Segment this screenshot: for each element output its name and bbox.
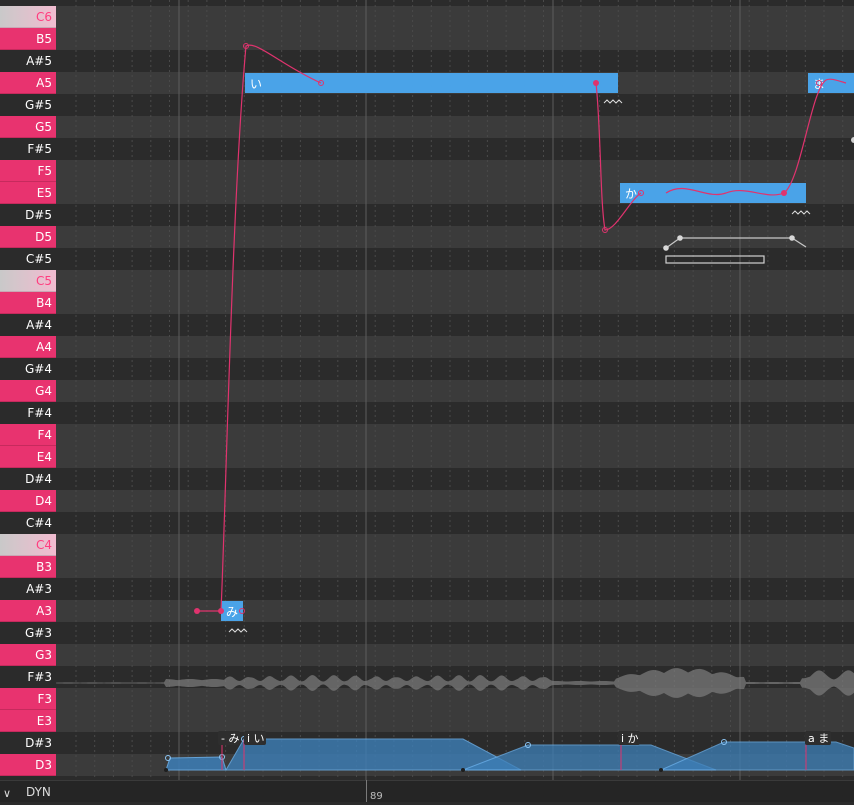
piano-key-g-sharp4[interactable]: G#4	[0, 358, 56, 380]
piano-key-d-sharp5[interactable]: D#5	[0, 204, 56, 226]
piano-key-b5[interactable]: B5	[0, 28, 56, 50]
phoneme-tag-label: a ま	[808, 732, 829, 745]
piano-key-f5[interactable]: F5	[0, 160, 56, 182]
piano-key-g5[interactable]: G5	[0, 116, 56, 138]
grid-row	[56, 204, 854, 226]
piano-key-e5[interactable]: E5	[0, 182, 56, 204]
grid-row	[56, 116, 854, 138]
piano-key-g-sharp5[interactable]: G#5	[0, 94, 56, 116]
grid-row	[56, 468, 854, 490]
grid-row	[56, 270, 854, 292]
piano-key-c6[interactable]: C6	[0, 6, 56, 28]
piano-key-c4[interactable]: C4	[0, 534, 56, 556]
piano-key-a-sharp4[interactable]: A#4	[0, 314, 56, 336]
grid-row	[56, 512, 854, 534]
piano-key-c5[interactable]: C5	[0, 270, 56, 292]
note-lyric: い	[250, 77, 262, 91]
piano-key-f4[interactable]: F4	[0, 424, 56, 446]
grid-row	[56, 160, 854, 182]
dyn-expression-toggle[interactable]: ∨ DYN	[0, 781, 56, 803]
note-lyric: み	[226, 605, 238, 619]
grid-row	[56, 358, 854, 380]
grid-row	[56, 336, 854, 358]
grid-row	[56, 94, 854, 116]
grid-row	[56, 600, 854, 622]
phoneme-tag-label: i か	[621, 732, 639, 745]
piano-key-partial	[0, 0, 56, 6]
note-block[interactable]	[620, 183, 806, 203]
measure-number: 89	[370, 791, 383, 802]
piano-key-f3[interactable]: F3	[0, 688, 56, 710]
grid-row-partial	[56, 0, 854, 6]
grid-row	[56, 688, 854, 710]
measure-tick	[366, 780, 367, 802]
grid-row	[56, 248, 854, 270]
piano-key-c-sharp5[interactable]: C#5	[0, 248, 56, 270]
piano-key-a3[interactable]: A3	[0, 600, 56, 622]
grid-row	[56, 424, 854, 446]
grid-row	[56, 622, 854, 644]
grid-row	[56, 292, 854, 314]
vibrato-handle-point[interactable]	[663, 245, 669, 251]
pitch-control-point[interactable]	[593, 80, 599, 86]
phoneme-tag-label: - み	[221, 732, 239, 745]
grid-row	[56, 710, 854, 732]
grid-row	[56, 380, 854, 402]
grid-row	[56, 314, 854, 336]
grid-row	[56, 556, 854, 578]
piano-key-g-sharp3[interactable]: G#3	[0, 622, 56, 644]
piano-keyboard[interactable]: C6 B5 A#5 A5 G#5 G5 F#5 F5 E5 D#5 D5 C#5 C5 B4 A#4 A4 G#…	[0, 0, 56, 780]
dynamics-anchor[interactable]	[461, 768, 465, 772]
grid-row	[56, 402, 854, 424]
piano-key-b3[interactable]: B3	[0, 556, 56, 578]
grid-row	[56, 226, 854, 248]
grid-row	[56, 28, 854, 50]
grid-row	[56, 50, 854, 72]
piano-key-b4[interactable]: B4	[0, 292, 56, 314]
piano-key-d5[interactable]: D5	[0, 226, 56, 248]
grid-row	[56, 490, 854, 512]
dynamics-anchor[interactable]	[164, 768, 168, 772]
grid-row	[56, 534, 854, 556]
dyn-label: DYN	[26, 785, 51, 799]
pitch-control-point[interactable]	[218, 608, 224, 614]
grid-row	[56, 138, 854, 160]
dynamics-anchor[interactable]	[659, 768, 663, 772]
grid-row	[56, 578, 854, 600]
piano-key-a5[interactable]: A5	[0, 72, 56, 94]
grid-row	[56, 6, 854, 28]
grid-row	[56, 446, 854, 468]
piano-key-a4[interactable]: A4	[0, 336, 56, 358]
note-lyric: ま	[813, 77, 825, 91]
piano-key-c-sharp4[interactable]: C#4	[0, 512, 56, 534]
piano-key-d-sharp4[interactable]: D#4	[0, 468, 56, 490]
phoneme-tag-label: i い	[247, 732, 265, 745]
note-block[interactable]	[245, 73, 618, 93]
piano-key-f-sharp3[interactable]: F#3	[0, 666, 56, 688]
vibrato-handle-point[interactable]	[677, 235, 683, 241]
piano-key-g4[interactable]: G4	[0, 380, 56, 402]
grid-row	[56, 644, 854, 666]
piano-key-d4[interactable]: D4	[0, 490, 56, 512]
piano-key-f-sharp4[interactable]: F#4	[0, 402, 56, 424]
piano-key-a-sharp5[interactable]: A#5	[0, 50, 56, 72]
piano-key-e4[interactable]: E4	[0, 446, 56, 468]
piano-key-g3[interactable]: G3	[0, 644, 56, 666]
piano-key-d-sharp3[interactable]: D#3	[0, 732, 56, 754]
dynamics-envelope[interactable]	[165, 756, 227, 771]
vibrato-handle-point[interactable]	[789, 235, 795, 241]
piano-key-f-sharp5[interactable]: F#5	[0, 138, 56, 160]
expression-track-bar: ∨ DYN	[0, 780, 854, 802]
pitch-control-point[interactable]	[194, 608, 200, 614]
piano-key-a-sharp3[interactable]: A#3	[0, 578, 56, 600]
piano-roll-grid[interactable]: - みi いi かa まみいかま	[56, 0, 854, 780]
piano-key-e3[interactable]: E3	[0, 710, 56, 732]
piano-key-d3[interactable]: D3	[0, 754, 56, 776]
pitch-control-point[interactable]	[781, 190, 787, 196]
